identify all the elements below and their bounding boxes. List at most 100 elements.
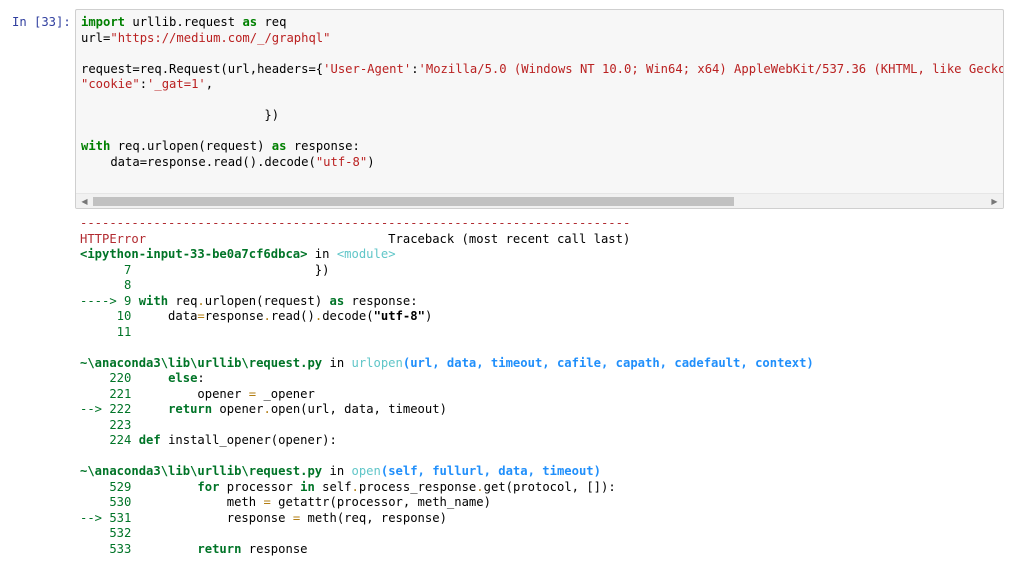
- code-line-token: "cookie": [81, 77, 140, 91]
- code-line-token: '_gat=1': [147, 77, 206, 91]
- code-editor[interactable]: import urllib.request as req url="https:/…: [81, 15, 1004, 171]
- traceback-line: 223: [80, 418, 814, 434]
- traceback-line: --> 222 return opener.open(url, data, ti…: [80, 402, 814, 418]
- code-line: data=response.read().decode("utf-8"): [81, 154, 1003, 171]
- traceback-line-token: response: [131, 510, 293, 525]
- traceback-line-token: response: [204, 309, 264, 323]
- code-line: url="https://medium.com/_/graphql": [81, 30, 1003, 47]
- traceback-line-token: def: [138, 433, 161, 447]
- code-line-token: req: [257, 15, 287, 29]
- traceback-line-token: ~\anaconda3\lib\urllib\request.py: [80, 355, 323, 370]
- traceback-line-token: else: [168, 371, 198, 385]
- code-line-token: url=: [81, 30, 111, 45]
- traceback-line: [80, 340, 814, 356]
- code-line-token: urllib.request: [125, 15, 243, 29]
- traceback-line-token: 223: [80, 417, 132, 432]
- traceback-line-token: 529: [80, 479, 132, 494]
- traceback-output: ----------------------------------------…: [80, 216, 814, 557]
- traceback-line-token: in: [307, 247, 337, 261]
- traceback-line: ----> 9 with req.urlopen(request) as res…: [80, 294, 814, 310]
- code-line-token: 'Mozilla/5.0 (Windows NT 10.0; Win64; x6…: [418, 61, 1004, 76]
- code-line-token: ): [367, 154, 375, 169]
- traceback-line: [80, 449, 814, 465]
- traceback-line-token: ----> 9: [80, 293, 139, 308]
- traceback-line-token: <ipython-input-33-be0a7cf6dbca>: [80, 247, 308, 261]
- traceback-line-token: meth(req, response): [300, 510, 447, 525]
- traceback-line-token: as: [329, 293, 345, 308]
- traceback-line-token: in: [300, 479, 315, 494]
- code-line-token: response:: [286, 139, 360, 153]
- traceback-line-token: meth: [131, 495, 264, 509]
- traceback-line-token: }): [131, 262, 330, 277]
- traceback-line-token: ----------------------------------------…: [80, 216, 631, 230]
- traceback-line-token: read(): [270, 309, 315, 323]
- scroll-right-icon[interactable]: ▶: [987, 194, 1002, 208]
- traceback-line-token: urlopen(request): [204, 293, 330, 308]
- traceback-line-token: data: [131, 309, 198, 323]
- traceback-line: 533 return response: [80, 542, 814, 558]
- traceback-line-token: 220: [80, 371, 132, 385]
- traceback-line-token: Traceback (most recent call last): [146, 231, 631, 246]
- traceback-line-token: 532: [80, 526, 132, 540]
- traceback-line-token: (self, fullurl, data, timeout): [380, 464, 601, 478]
- traceback-line-token: [131, 402, 168, 416]
- traceback-line-token: urlopen: [351, 355, 403, 370]
- scroll-left-icon[interactable]: ◀: [77, 194, 92, 208]
- code-line-token: data=response.read().decode(: [81, 154, 316, 169]
- traceback-line: 529 for processor in self.process_respon…: [80, 480, 814, 496]
- code-line: import urllib.request as req: [81, 15, 1003, 31]
- traceback-line: 11: [80, 325, 814, 341]
- traceback-line-token: [131, 542, 197, 556]
- traceback-line-token: 530: [80, 495, 132, 509]
- traceback-line-token: self: [314, 479, 352, 494]
- traceback-line: 8: [80, 278, 814, 294]
- code-line: "cookie":'_gat=1',: [81, 77, 1003, 93]
- traceback-line: 530 meth = getattr(processor, meth_name): [80, 495, 814, 511]
- traceback-line-token: 8: [80, 278, 132, 292]
- traceback-line-token: install_opener(opener):: [160, 433, 337, 447]
- code-line-token: with: [81, 139, 111, 153]
- code-line-token: as: [271, 139, 287, 153]
- code-line-token: }): [81, 108, 280, 122]
- traceback-line-token: HTTPError: [80, 231, 147, 246]
- traceback-line-token: opener: [212, 402, 264, 416]
- traceback-line: 221 opener = _opener: [80, 387, 814, 403]
- code-line-token: "utf-8": [315, 154, 368, 169]
- traceback-line-token: getattr(processor, meth_name): [270, 495, 491, 509]
- traceback-line-token: <module>: [336, 247, 396, 261]
- traceback-line-token: with: [138, 293, 169, 308]
- traceback-line-token: return: [197, 541, 242, 556]
- traceback-line-token: response:: [344, 293, 418, 308]
- traceback-line-token: "utf-8": [373, 309, 425, 323]
- code-line-token: import: [81, 15, 126, 29]
- traceback-line-token: =: [263, 495, 271, 509]
- traceback-line-token: [131, 433, 138, 447]
- traceback-line-token: open: [351, 464, 381, 478]
- traceback-line: 7 }): [80, 263, 814, 279]
- traceback-line-token: process_response: [358, 479, 477, 494]
- traceback-line-token: --> 222: [80, 402, 132, 416]
- code-line: }): [81, 108, 1003, 124]
- code-line-token: as: [242, 15, 258, 29]
- traceback-line-token: 224: [80, 433, 132, 447]
- traceback-line: --> 531 response = meth(req, response): [80, 511, 814, 527]
- traceback-line-token: response: [241, 541, 308, 556]
- scrollbar-thumb[interactable]: [93, 197, 734, 206]
- horizontal-scrollbar[interactable]: ◀ ▶: [76, 193, 1003, 208]
- traceback-line-token: ~\anaconda3\lib\urllib\request.py: [80, 464, 323, 478]
- traceback-line-token: processor: [219, 479, 301, 494]
- traceback-line: 532: [80, 526, 814, 542]
- traceback-line-token: in: [322, 464, 352, 478]
- traceback-line: ~\anaconda3\lib\urllib\request.py in ope…: [80, 464, 814, 480]
- traceback-line: ~\anaconda3\lib\urllib\request.py in url…: [80, 356, 814, 372]
- code-line: with req.urlopen(request) as response:: [81, 139, 1003, 155]
- traceback-line: 224 def install_opener(opener):: [80, 433, 814, 449]
- traceback-line-token: opener: [131, 386, 249, 401]
- code-cell-input[interactable]: import urllib.request as req url="https:/…: [75, 9, 1004, 209]
- traceback-line-token: .: [351, 479, 359, 494]
- code-line-token: 'User-Agent': [323, 61, 412, 76]
- code-line-token: req.urlopen(request): [110, 139, 272, 153]
